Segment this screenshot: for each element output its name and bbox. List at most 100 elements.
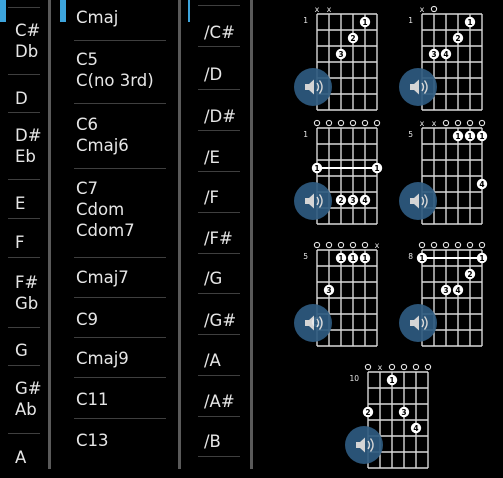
open-string-mark <box>442 241 450 249</box>
finger-number: 4 <box>413 424 418 433</box>
speaker-icon <box>410 193 428 209</box>
chord-type-item[interactable]: C11 <box>60 389 178 410</box>
chord-type-item[interactable]: C13 <box>60 430 178 451</box>
list-divider <box>8 218 40 219</box>
finger-number: 1 <box>350 254 355 263</box>
root-note-item[interactable]: D <box>0 88 48 109</box>
open-string-mark <box>466 241 474 249</box>
finger-number: 1 <box>419 254 424 263</box>
open-string-mark <box>454 241 462 249</box>
finger-number: 3 <box>401 408 406 417</box>
play-chord-button[interactable] <box>399 182 437 220</box>
root-note-item-label: C# <box>15 21 41 40</box>
finger-number: 1 <box>467 18 472 27</box>
list-divider <box>8 327 40 328</box>
finger-number: 3 <box>431 50 436 59</box>
fret-number: 5 <box>303 252 308 261</box>
chord-type-item-label: C13 <box>76 431 109 450</box>
finger-number: 2 <box>350 34 355 43</box>
bass-note-item[interactable]: /E <box>188 147 250 168</box>
chord-type-item[interactable]: Cmaj7 <box>60 267 178 288</box>
root-note-item-label: Eb <box>15 147 36 166</box>
open-string-mark <box>454 119 462 127</box>
chord-type-item[interactable]: C7 Cdom Cdom7 <box>60 178 178 241</box>
chord-type-item[interactable]: C6 Cmaj6 <box>60 114 178 156</box>
finger-number: 4 <box>479 180 484 189</box>
finger-number: 4 <box>455 286 460 295</box>
finger-number: 1 <box>374 164 379 173</box>
bass-note-list[interactable]: /C# /D/D# /E/F/F# /G/G# /A/A# /B <box>188 0 253 469</box>
bass-note-item[interactable]: /D# <box>188 106 250 127</box>
chord-type-list[interactable]: Cmaj C5 C(no 3rd) C6 Cmaj6 C7 Cdom Cdom7 Cmaj7 C9… <box>60 0 181 469</box>
play-chord-button[interactable] <box>345 426 383 464</box>
speaker-icon <box>305 193 323 209</box>
muted-string-mark: x <box>315 5 320 14</box>
muted-string-mark: x <box>420 5 425 14</box>
muted-string-mark: x <box>420 119 425 128</box>
open-string-mark <box>424 363 432 371</box>
root-note-item[interactable]: E <box>0 193 48 214</box>
chord-type-item-label: Cmaj <box>76 8 119 27</box>
bass-note-item[interactable]: /F# <box>188 228 250 249</box>
root-note-item-label: G <box>15 341 28 360</box>
list-divider <box>74 103 166 104</box>
open-string-mark <box>325 241 333 249</box>
speaker-icon <box>305 315 323 331</box>
chord-type-item-label: C7 <box>76 179 99 198</box>
list-divider <box>74 418 166 419</box>
root-note-item[interactable]: G# Ab <box>0 378 48 420</box>
root-note-item[interactable]: A <box>0 447 48 468</box>
chord-type-item[interactable]: C5 C(no 3rd) <box>60 49 178 91</box>
play-chord-button[interactable] <box>399 304 437 342</box>
open-string-mark <box>364 363 372 371</box>
finger-number: 1 <box>479 254 484 263</box>
muted-string-mark: x <box>327 5 332 14</box>
open-string-mark <box>373 119 381 127</box>
root-note-item[interactable]: C# Db <box>0 20 48 62</box>
bass-note-item-label: /F# <box>204 229 233 248</box>
chord-type-item[interactable]: C9 <box>60 309 178 330</box>
chord-type-item-label: C(no 3rd) <box>76 71 154 90</box>
play-chord-button[interactable] <box>294 68 332 106</box>
bass-note-item[interactable]: /D <box>188 64 250 85</box>
bass-note-item[interactable]: /A# <box>188 391 250 412</box>
chord-type-item[interactable]: Cmaj <box>60 7 178 28</box>
finger-number: 1 <box>362 254 367 263</box>
open-string-mark <box>349 241 357 249</box>
speaker-icon <box>410 79 428 95</box>
play-chord-button[interactable] <box>399 68 437 106</box>
open-string-mark <box>418 241 426 249</box>
root-note-list[interactable]: C# Db D D# Eb E F F# Gb G G# Ab A <box>0 0 51 469</box>
play-chord-button[interactable] <box>294 182 332 220</box>
finger-number: 4 <box>443 50 448 59</box>
chord-diagram-panel: 1xx1231x12341112345xx11145x1113481123410… <box>253 0 503 469</box>
chord-type-item-label: C5 <box>76 50 99 69</box>
finger-number: 3 <box>350 196 355 205</box>
root-note-item[interactable]: D# Eb <box>0 125 48 167</box>
list-divider <box>8 112 40 113</box>
muted-string-mark: x <box>375 241 380 250</box>
list-divider <box>74 377 166 378</box>
open-string-mark <box>349 119 357 127</box>
list-divider <box>198 171 240 172</box>
list-divider <box>74 257 166 258</box>
play-chord-button[interactable] <box>294 304 332 342</box>
list-divider <box>8 257 40 258</box>
list-divider <box>198 212 240 213</box>
chord-type-item-label: Cmaj9 <box>76 349 129 368</box>
bass-note-item[interactable]: /A <box>188 350 250 371</box>
fret-number: 1 <box>408 16 413 25</box>
list-divider <box>74 40 166 41</box>
bass-note-item[interactable]: /B <box>188 431 250 452</box>
bass-note-item-label: /E <box>204 148 220 167</box>
root-note-item[interactable]: F <box>0 232 48 253</box>
root-note-item[interactable]: F# Gb <box>0 272 48 314</box>
chord-type-item[interactable]: Cmaj9 <box>60 348 178 369</box>
bass-note-item[interactable]: /G <box>188 268 250 289</box>
bass-note-item-label: /C# <box>204 23 235 42</box>
bass-note-item[interactable]: /G# <box>188 310 250 331</box>
bass-note-item[interactable]: /C# <box>188 22 250 43</box>
bass-note-item[interactable]: /F <box>188 187 250 208</box>
root-note-item[interactable]: G <box>0 340 48 361</box>
fret-number: 8 <box>408 252 413 261</box>
